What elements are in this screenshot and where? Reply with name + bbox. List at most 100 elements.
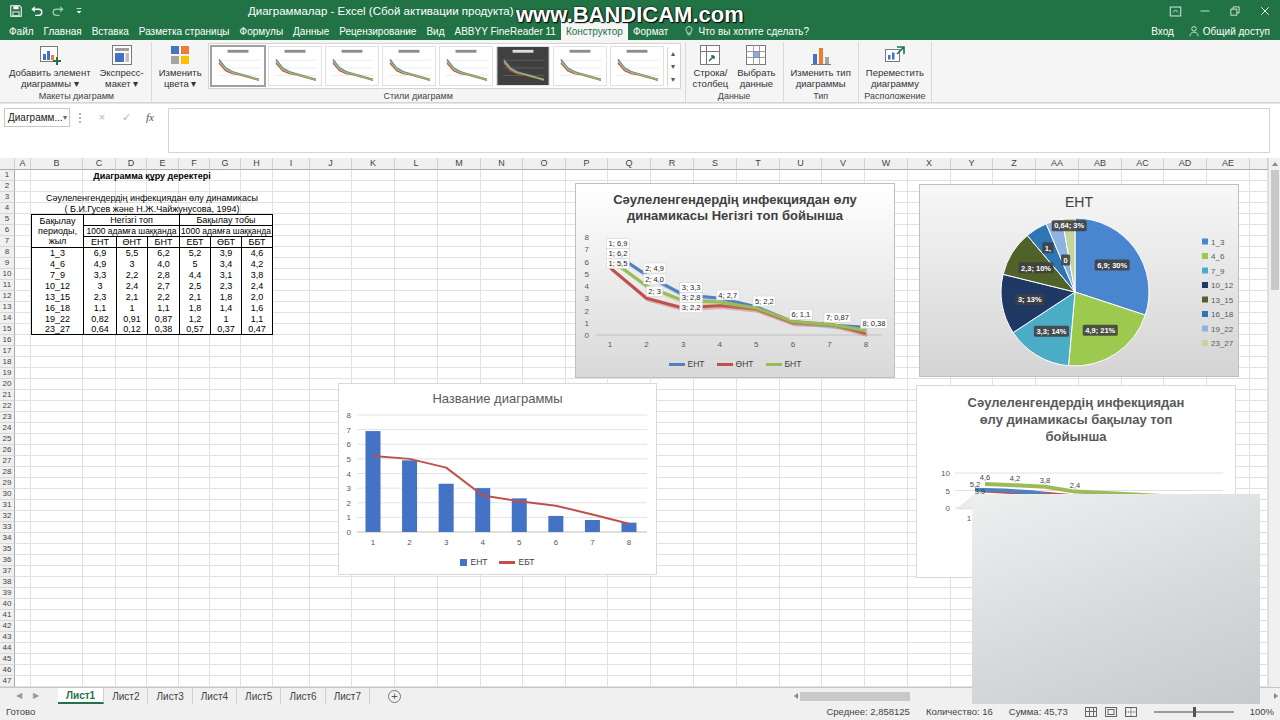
cell[interactable] bbox=[210, 379, 241, 390]
cell[interactable] bbox=[1122, 170, 1164, 181]
column-header[interactable]: AA bbox=[1036, 158, 1079, 170]
cell[interactable] bbox=[694, 588, 737, 599]
cell[interactable] bbox=[179, 632, 210, 643]
cell[interactable] bbox=[438, 258, 481, 269]
column-header[interactable]: Q bbox=[608, 158, 651, 170]
cell[interactable] bbox=[273, 434, 310, 445]
gallery-scroll-button[interactable]: ▾ bbox=[671, 73, 675, 86]
cell[interactable] bbox=[273, 357, 310, 368]
redo-icon[interactable] bbox=[50, 2, 66, 20]
cell[interactable] bbox=[273, 368, 310, 379]
unit-header[interactable]: 1000 адамға шаққанда bbox=[83, 225, 179, 236]
cell[interactable] bbox=[865, 665, 908, 676]
cell[interactable] bbox=[273, 390, 310, 401]
cell[interactable] bbox=[116, 434, 147, 445]
cell[interactable] bbox=[147, 676, 179, 687]
row-header[interactable]: 28 bbox=[0, 467, 15, 478]
cell[interactable] bbox=[31, 390, 83, 401]
cell[interactable] bbox=[273, 654, 310, 665]
cell[interactable] bbox=[116, 357, 147, 368]
cell[interactable] bbox=[566, 599, 608, 610]
chart[interactable]: ЕНТ6,9; 30%4,9; 21%3,3; 14%3; 13%2,3; 10… bbox=[919, 184, 1239, 377]
cell[interactable] bbox=[523, 676, 566, 687]
cell[interactable] bbox=[241, 489, 273, 500]
cell[interactable] bbox=[241, 203, 273, 214]
ribbon-tab[interactable]: Файл bbox=[4, 22, 39, 40]
cell[interactable] bbox=[241, 412, 273, 423]
cell[interactable] bbox=[310, 214, 352, 225]
cell[interactable] bbox=[780, 621, 822, 632]
cell[interactable] bbox=[179, 654, 210, 665]
cell[interactable] bbox=[273, 203, 310, 214]
cell[interactable] bbox=[179, 368, 210, 379]
row-header[interactable]: 6 bbox=[0, 225, 15, 236]
cell[interactable] bbox=[273, 280, 310, 291]
row-header[interactable]: 31 bbox=[0, 500, 15, 511]
table-cell[interactable]: 0,64 bbox=[83, 324, 116, 335]
cell[interactable] bbox=[273, 467, 310, 478]
table-cell[interactable]: 1,8 bbox=[210, 291, 241, 302]
cell[interactable] bbox=[438, 313, 481, 324]
cell[interactable] bbox=[116, 247, 147, 258]
cell[interactable] bbox=[908, 654, 951, 665]
cell[interactable] bbox=[241, 478, 273, 489]
cell[interactable] bbox=[116, 313, 147, 324]
cell[interactable] bbox=[780, 434, 822, 445]
cell[interactable] bbox=[651, 467, 694, 478]
cell[interactable] bbox=[352, 346, 395, 357]
chart-style-thumbnail[interactable] bbox=[553, 46, 607, 86]
cell[interactable] bbox=[1250, 280, 1268, 291]
cell[interactable] bbox=[15, 665, 31, 676]
cell[interactable] bbox=[273, 324, 310, 335]
cell[interactable] bbox=[908, 170, 951, 181]
column-header[interactable]: K bbox=[352, 158, 395, 170]
cell[interactable] bbox=[481, 676, 523, 687]
row-header[interactable]: 13 bbox=[0, 302, 15, 313]
cell[interactable] bbox=[179, 192, 210, 203]
cell[interactable] bbox=[822, 588, 865, 599]
column-header[interactable]: S bbox=[694, 158, 737, 170]
cell[interactable] bbox=[179, 390, 210, 401]
row-header[interactable]: 23 bbox=[0, 412, 15, 423]
row-header[interactable]: 20 bbox=[0, 379, 15, 390]
cell[interactable] bbox=[179, 566, 210, 577]
cell[interactable] bbox=[481, 643, 523, 654]
cell[interactable] bbox=[83, 577, 116, 588]
restore-icon[interactable] bbox=[1220, 0, 1250, 22]
cell[interactable] bbox=[780, 522, 822, 533]
cell[interactable] bbox=[523, 324, 566, 335]
cell[interactable] bbox=[865, 654, 908, 665]
cell[interactable] bbox=[481, 236, 523, 247]
cell[interactable] bbox=[310, 621, 352, 632]
cell[interactable] bbox=[438, 214, 481, 225]
cell[interactable] bbox=[15, 302, 31, 313]
cell[interactable] bbox=[241, 192, 273, 203]
cell[interactable] bbox=[523, 291, 566, 302]
cell[interactable] bbox=[31, 214, 83, 225]
column-header[interactable]: ЕНТ bbox=[83, 236, 116, 247]
cell[interactable] bbox=[352, 577, 395, 588]
cell[interactable] bbox=[31, 643, 83, 654]
cell[interactable] bbox=[352, 665, 395, 676]
cell[interactable] bbox=[310, 665, 352, 676]
cell[interactable] bbox=[210, 544, 241, 555]
cell[interactable] bbox=[566, 170, 608, 181]
cell[interactable] bbox=[1250, 478, 1268, 489]
cell[interactable] bbox=[116, 665, 147, 676]
table-cell[interactable]: 1,1 bbox=[147, 302, 179, 313]
cell[interactable] bbox=[241, 500, 273, 511]
cell[interactable] bbox=[147, 566, 179, 577]
cell[interactable] bbox=[179, 610, 210, 621]
table-cell[interactable]: 0,82 bbox=[83, 313, 116, 324]
cell[interactable] bbox=[116, 500, 147, 511]
cell[interactable] bbox=[865, 643, 908, 654]
cell[interactable] bbox=[694, 434, 737, 445]
cell[interactable] bbox=[15, 346, 31, 357]
cell[interactable] bbox=[179, 170, 210, 181]
cell[interactable] bbox=[352, 357, 395, 368]
cell[interactable] bbox=[523, 357, 566, 368]
cell[interactable] bbox=[15, 478, 31, 489]
cell[interactable] bbox=[438, 280, 481, 291]
cell[interactable] bbox=[179, 401, 210, 412]
cell[interactable] bbox=[608, 654, 651, 665]
